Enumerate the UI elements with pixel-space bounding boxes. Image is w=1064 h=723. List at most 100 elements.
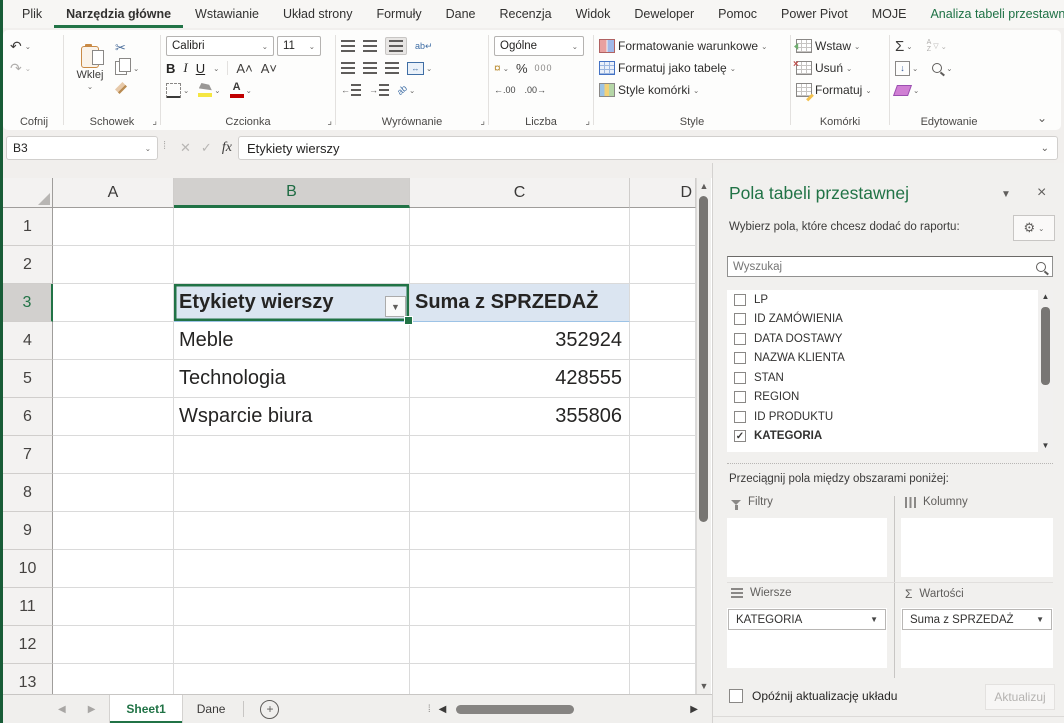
row-header-8[interactable]: 8 xyxy=(3,474,53,512)
row-header-12[interactable]: 12 xyxy=(3,626,53,664)
row-header-11[interactable]: 11 xyxy=(3,588,53,626)
cell-B11[interactable] xyxy=(174,588,410,626)
undo-icon[interactable]: ↶ xyxy=(10,39,22,53)
cell-D12[interactable] xyxy=(630,626,696,664)
horizontal-scrollbar-thumb[interactable] xyxy=(456,705,574,714)
cell-B3[interactable]: Etykiety wierszy▼ xyxy=(174,284,410,322)
field-checkbox[interactable] xyxy=(734,372,746,384)
delete-cells-button[interactable]: Usuń⌄ xyxy=(796,57,884,79)
row-header-10[interactable]: 10 xyxy=(3,550,53,588)
sheet-tab-sheet1[interactable]: Sheet1 xyxy=(109,695,182,723)
rows-drop-area[interactable]: KATEGORIA ▼ xyxy=(727,608,887,668)
expand-formula-bar-icon[interactable]: ⌄ xyxy=(1041,143,1049,154)
scroll-up-icon[interactable]: ▲ xyxy=(697,181,711,191)
increase-font-icon[interactable]: A˄ xyxy=(236,61,252,76)
cell-D10[interactable] xyxy=(630,550,696,588)
align-left-icon[interactable] xyxy=(341,62,355,74)
cell-D13[interactable] xyxy=(630,664,696,694)
cell-D11[interactable] xyxy=(630,588,696,626)
cell-D2[interactable] xyxy=(630,246,696,284)
rows-field-dropdown-icon[interactable]: ▼ xyxy=(870,615,878,624)
cell-D5[interactable] xyxy=(630,360,696,398)
cell-B1[interactable] xyxy=(174,208,410,246)
insert-cells-button[interactable]: Wstaw⌄ xyxy=(796,35,884,57)
cell-C8[interactable] xyxy=(410,474,630,512)
find-select-button[interactable]: ⌄ xyxy=(932,57,952,79)
row-header-7[interactable]: 7 xyxy=(3,436,53,474)
font-name-select[interactable]: Calibri⌄ xyxy=(166,36,274,56)
tab-moje[interactable]: MOJE xyxy=(860,0,919,28)
cell-C12[interactable] xyxy=(410,626,630,664)
cell-C2[interactable] xyxy=(410,246,630,284)
field-checkbox[interactable] xyxy=(734,313,746,325)
clipboard-dialog-launcher[interactable]: ⌟ xyxy=(152,116,157,127)
underline-button[interactable]: U xyxy=(196,61,205,76)
cell-C6[interactable]: 355806 xyxy=(410,398,630,436)
cell-D4[interactable] xyxy=(630,322,696,360)
filters-drop-area[interactable] xyxy=(727,518,887,577)
field-checkbox[interactable] xyxy=(734,294,746,306)
scroll-left-icon[interactable]: ◀ xyxy=(439,704,447,715)
field-checkbox[interactable]: ✓ xyxy=(734,430,746,442)
format-as-table-button[interactable]: Formatuj jako tabelę⌄ xyxy=(599,57,785,79)
scroll-right-icon[interactable]: ▶ xyxy=(690,704,698,715)
accounting-format-button[interactable]: ¤⌄ xyxy=(494,57,509,79)
cell-A2[interactable] xyxy=(53,246,174,284)
vertical-scrollbar[interactable]: ▲ ▼ xyxy=(696,178,711,694)
cell-styles-button[interactable]: Style komórki⌄ xyxy=(599,79,785,101)
redo-dropdown-icon[interactable]: ⌄ xyxy=(25,64,31,73)
fill-color-button[interactable]: ⌄ xyxy=(198,79,220,101)
column-header-A[interactable]: A xyxy=(53,178,174,208)
cell-D1[interactable] xyxy=(630,208,696,246)
field-list-scrollbar[interactable]: ▲ ▼ xyxy=(1038,290,1053,452)
increase-decimal-icon[interactable]: ←.00 xyxy=(494,85,516,95)
row-header-4[interactable]: 4 xyxy=(3,322,53,360)
pane-close-icon[interactable]: × xyxy=(1037,184,1046,202)
tab-formuly[interactable]: Formuły xyxy=(364,0,433,28)
pane-options-icon[interactable]: ▼ xyxy=(1001,189,1011,200)
cell-A3[interactable] xyxy=(53,284,174,322)
formula-input[interactable]: Etykiety wierszy ⌄ xyxy=(238,136,1058,160)
row-header-13[interactable]: 13 xyxy=(3,664,53,694)
cell-A13[interactable] xyxy=(53,664,174,694)
name-box-dropdown-icon[interactable]: ⌄ xyxy=(145,144,151,153)
sheet-nav-prev-icon[interactable]: ◀ xyxy=(58,704,66,715)
field-item-id-produktu[interactable]: ID PRODUKTU xyxy=(727,407,1053,427)
wrap-text-icon[interactable]: ab↵ xyxy=(415,41,433,52)
cell-A7[interactable] xyxy=(53,436,174,474)
cell-B5[interactable]: Technologia xyxy=(174,360,410,398)
cell-C3[interactable]: Suma z SPRZEDAŻ xyxy=(410,284,630,322)
field-search-box[interactable] xyxy=(727,256,1053,277)
cell-A1[interactable] xyxy=(53,208,174,246)
underline-dropdown-icon[interactable]: ⌄ xyxy=(213,64,219,73)
font-dialog-launcher[interactable]: ⌟ xyxy=(327,116,332,127)
increase-indent-icon[interactable]: → xyxy=(369,79,389,101)
tab-wstawianie[interactable]: Wstawianie xyxy=(183,0,271,28)
cell-D6[interactable] xyxy=(630,398,696,436)
cell-B13[interactable] xyxy=(174,664,410,694)
percent-style-button[interactable]: % xyxy=(516,61,528,76)
cell-C1[interactable] xyxy=(410,208,630,246)
cell-C11[interactable] xyxy=(410,588,630,626)
conditional-formatting-button[interactable]: Formatowanie warunkowe⌄ xyxy=(599,35,785,57)
cell-A11[interactable] xyxy=(53,588,174,626)
row-header-1[interactable]: 1 xyxy=(3,208,53,246)
decrease-font-icon[interactable]: A˅ xyxy=(261,61,277,76)
rows-field-pill[interactable]: KATEGORIA ▼ xyxy=(728,609,886,630)
defer-layout-checkbox[interactable] xyxy=(729,689,743,703)
cell-D3[interactable] xyxy=(630,284,696,322)
redo-icon[interactable]: ↷ xyxy=(10,61,22,75)
field-checkbox[interactable] xyxy=(734,333,746,345)
align-right-icon[interactable] xyxy=(385,62,399,74)
field-item-id-zam-wienia[interactable]: ID ZAMÓWIENIA xyxy=(727,310,1053,330)
alignment-dialog-launcher[interactable]: ⌟ xyxy=(480,116,485,127)
field-checkbox[interactable] xyxy=(734,411,746,423)
cell-A9[interactable] xyxy=(53,512,174,550)
tab-dane[interactable]: Dane xyxy=(434,0,488,28)
insert-function-icon[interactable]: fx xyxy=(222,140,232,156)
orientation-button[interactable]: ab⌄ xyxy=(397,79,415,101)
values-field-pill[interactable]: Suma z SPRZEDAŻ ▼ xyxy=(902,609,1052,630)
field-item-region[interactable]: REGION xyxy=(727,388,1053,408)
field-list-scrollbar-thumb[interactable] xyxy=(1041,307,1050,385)
undo-dropdown-icon[interactable]: ⌄ xyxy=(25,42,31,51)
